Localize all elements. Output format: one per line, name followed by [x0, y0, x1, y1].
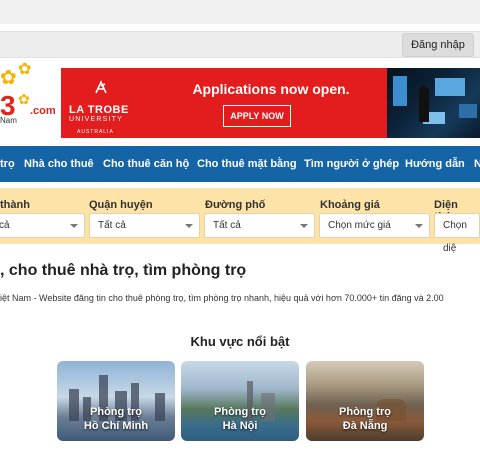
- banner-brand-name: LA TROBE: [69, 104, 129, 116]
- banner-headline: Applications now open.: [192, 81, 350, 97]
- flower-icon: ✿: [18, 91, 30, 107]
- apply-now-button[interactable]: APPLY NOW: [223, 105, 291, 127]
- region-card-da-nang[interactable]: Phòng trọ Đà Nẵng: [306, 361, 424, 441]
- filter-select-district[interactable]: Tất cả: [89, 213, 200, 238]
- filter-label-street: Đường phố: [205, 199, 266, 211]
- region-card-label: Phòng trọ Hồ Chí Minh: [83, 406, 149, 432]
- filter-value-price: Chọn mức giá: [328, 220, 391, 231]
- featured-regions-title: Khu vực nổi bật: [190, 334, 290, 349]
- flower-icon: ✿: [0, 67, 17, 89]
- filter-value-city: cả: [0, 220, 10, 231]
- filter-value-area: Chọn diệ: [443, 220, 467, 254]
- nav-item-tim-nguoi-o-ghep[interactable]: Tìm người ở ghép: [304, 146, 399, 182]
- filter-select-area[interactable]: Chọn diệ: [434, 213, 480, 254]
- top-strip: [0, 0, 480, 24]
- banner-brand-university: UNIVERSITY: [69, 116, 124, 123]
- nav-item-huong-dan[interactable]: Hướng dẫn: [405, 146, 465, 182]
- nav-item-more[interactable]: N: [474, 146, 480, 182]
- login-button[interactable]: Đăng nhập: [402, 33, 474, 57]
- banner-brand: LA TROBE UNIVERSITY AUSTRALIA: [69, 80, 139, 135]
- intro-text: iệt Nam - Website đăng tin cho thuê phòn…: [0, 293, 444, 303]
- banner-photo: [387, 68, 480, 138]
- filter-select-price[interactable]: Chọn mức giá: [319, 213, 430, 238]
- filter-select-city[interactable]: cả: [0, 213, 85, 238]
- filter-label-price: Khoảng giá: [320, 199, 380, 211]
- nav-item-nha-cho-thue[interactable]: Nhà cho thuê: [24, 146, 94, 182]
- chevron-down-icon: [300, 224, 308, 228]
- chevron-down-icon: [415, 224, 423, 228]
- region-card-ha-noi[interactable]: Phòng trọ Hà Nội: [181, 361, 299, 441]
- filter-value-district: Tất cả: [98, 220, 126, 231]
- region-card-label: Phòng trọ Đà Nẵng: [339, 406, 391, 432]
- nav-item-tro[interactable]: trọ: [0, 146, 15, 182]
- filter-label-district: Quận huyện: [89, 199, 153, 211]
- main-nav: trọ Nhà cho thuê Cho thuê căn hộ Cho thu…: [0, 146, 480, 182]
- region-card-label: Phòng trọ Hà Nội: [214, 406, 266, 432]
- nav-item-cho-thue-mat-bang[interactable]: Cho thuê mặt bằng: [197, 146, 297, 182]
- flower-icon: ✿: [18, 61, 32, 78]
- nav-item-cho-thue-can-ho[interactable]: Cho thuê căn hộ: [103, 146, 189, 182]
- page-title: , cho thuê nhà trọ, tìm phòng trọ: [0, 262, 247, 279]
- filter-label-city: thành: [0, 199, 30, 211]
- latrobe-logo-icon: [93, 80, 139, 100]
- chevron-down-icon: [185, 224, 193, 228]
- region-card-ho-chi-minh[interactable]: Phòng trọ Hồ Chí Minh: [57, 361, 175, 441]
- filter-select-street[interactable]: Tất cả: [204, 213, 315, 238]
- chevron-down-icon: [70, 224, 78, 228]
- banner-brand-country: AUSTRALIA: [77, 129, 114, 135]
- filter-value-street: Tất cả: [213, 220, 241, 231]
- ad-banner[interactable]: LA TROBE UNIVERSITY AUSTRALIA Applicatio…: [61, 68, 480, 138]
- logo-domain: .com: [30, 105, 56, 117]
- logo-subtitle: Nam: [0, 116, 17, 125]
